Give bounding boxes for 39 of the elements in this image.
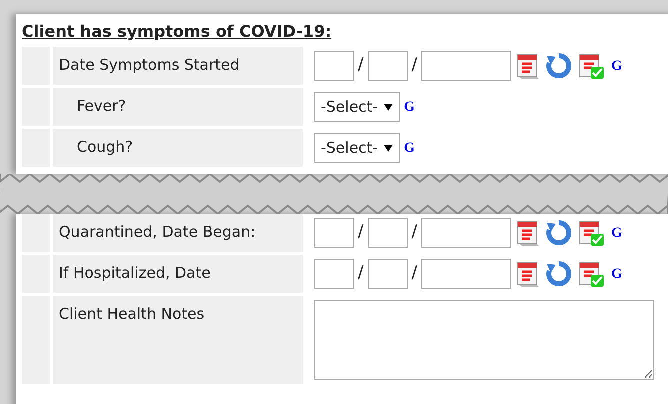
dropdown-arrow-icon: [384, 104, 394, 110]
field-label: Date Symptoms Started: [53, 47, 303, 85]
date-input[interactable]: [421, 51, 512, 81]
field-label: Quarantined, Date Began:: [53, 214, 303, 252]
calendar-icon[interactable]: [515, 219, 542, 247]
date-input[interactable]: [421, 259, 512, 289]
date-input[interactable]: [368, 259, 408, 289]
date-input[interactable]: [314, 259, 354, 289]
section-heading: Client has symptoms of COVID-19:: [22, 21, 332, 43]
field-label: Client Health Notes: [53, 296, 303, 384]
date-separator: /: [358, 221, 364, 244]
date-input[interactable]: [421, 218, 512, 248]
select-dropdown[interactable]: -Select-: [314, 133, 400, 163]
g-link[interactable]: G: [611, 222, 622, 244]
field-label: If Hospitalized, Date: [53, 255, 303, 293]
dropdown-arrow-icon: [384, 144, 394, 152]
date-separator: /: [358, 54, 364, 78]
date-separator: /: [412, 54, 418, 78]
refresh-icon[interactable]: [545, 260, 574, 288]
date-separator: /: [412, 262, 418, 286]
field-label: Fever?: [53, 88, 303, 126]
field-label: Cough?: [53, 129, 303, 167]
date-input[interactable]: [314, 51, 354, 81]
select-dropdown[interactable]: -Select-: [314, 92, 400, 122]
g-link[interactable]: G: [611, 56, 622, 76]
g-link[interactable]: G: [404, 96, 415, 118]
refresh-icon[interactable]: [545, 52, 574, 80]
date-separator: /: [412, 221, 418, 244]
g-link[interactable]: G: [611, 264, 622, 284]
calendar-icon[interactable]: [515, 52, 542, 80]
date-separator: /: [358, 262, 364, 286]
date-input[interactable]: [368, 218, 408, 248]
refresh-icon[interactable]: [545, 219, 574, 247]
date-input[interactable]: [368, 51, 408, 81]
g-link[interactable]: G: [404, 138, 415, 158]
notes-field[interactable]: [314, 300, 654, 380]
date-input[interactable]: [314, 218, 354, 248]
calendar-icon[interactable]: [515, 260, 542, 288]
row-number-cell: [22, 214, 50, 252]
